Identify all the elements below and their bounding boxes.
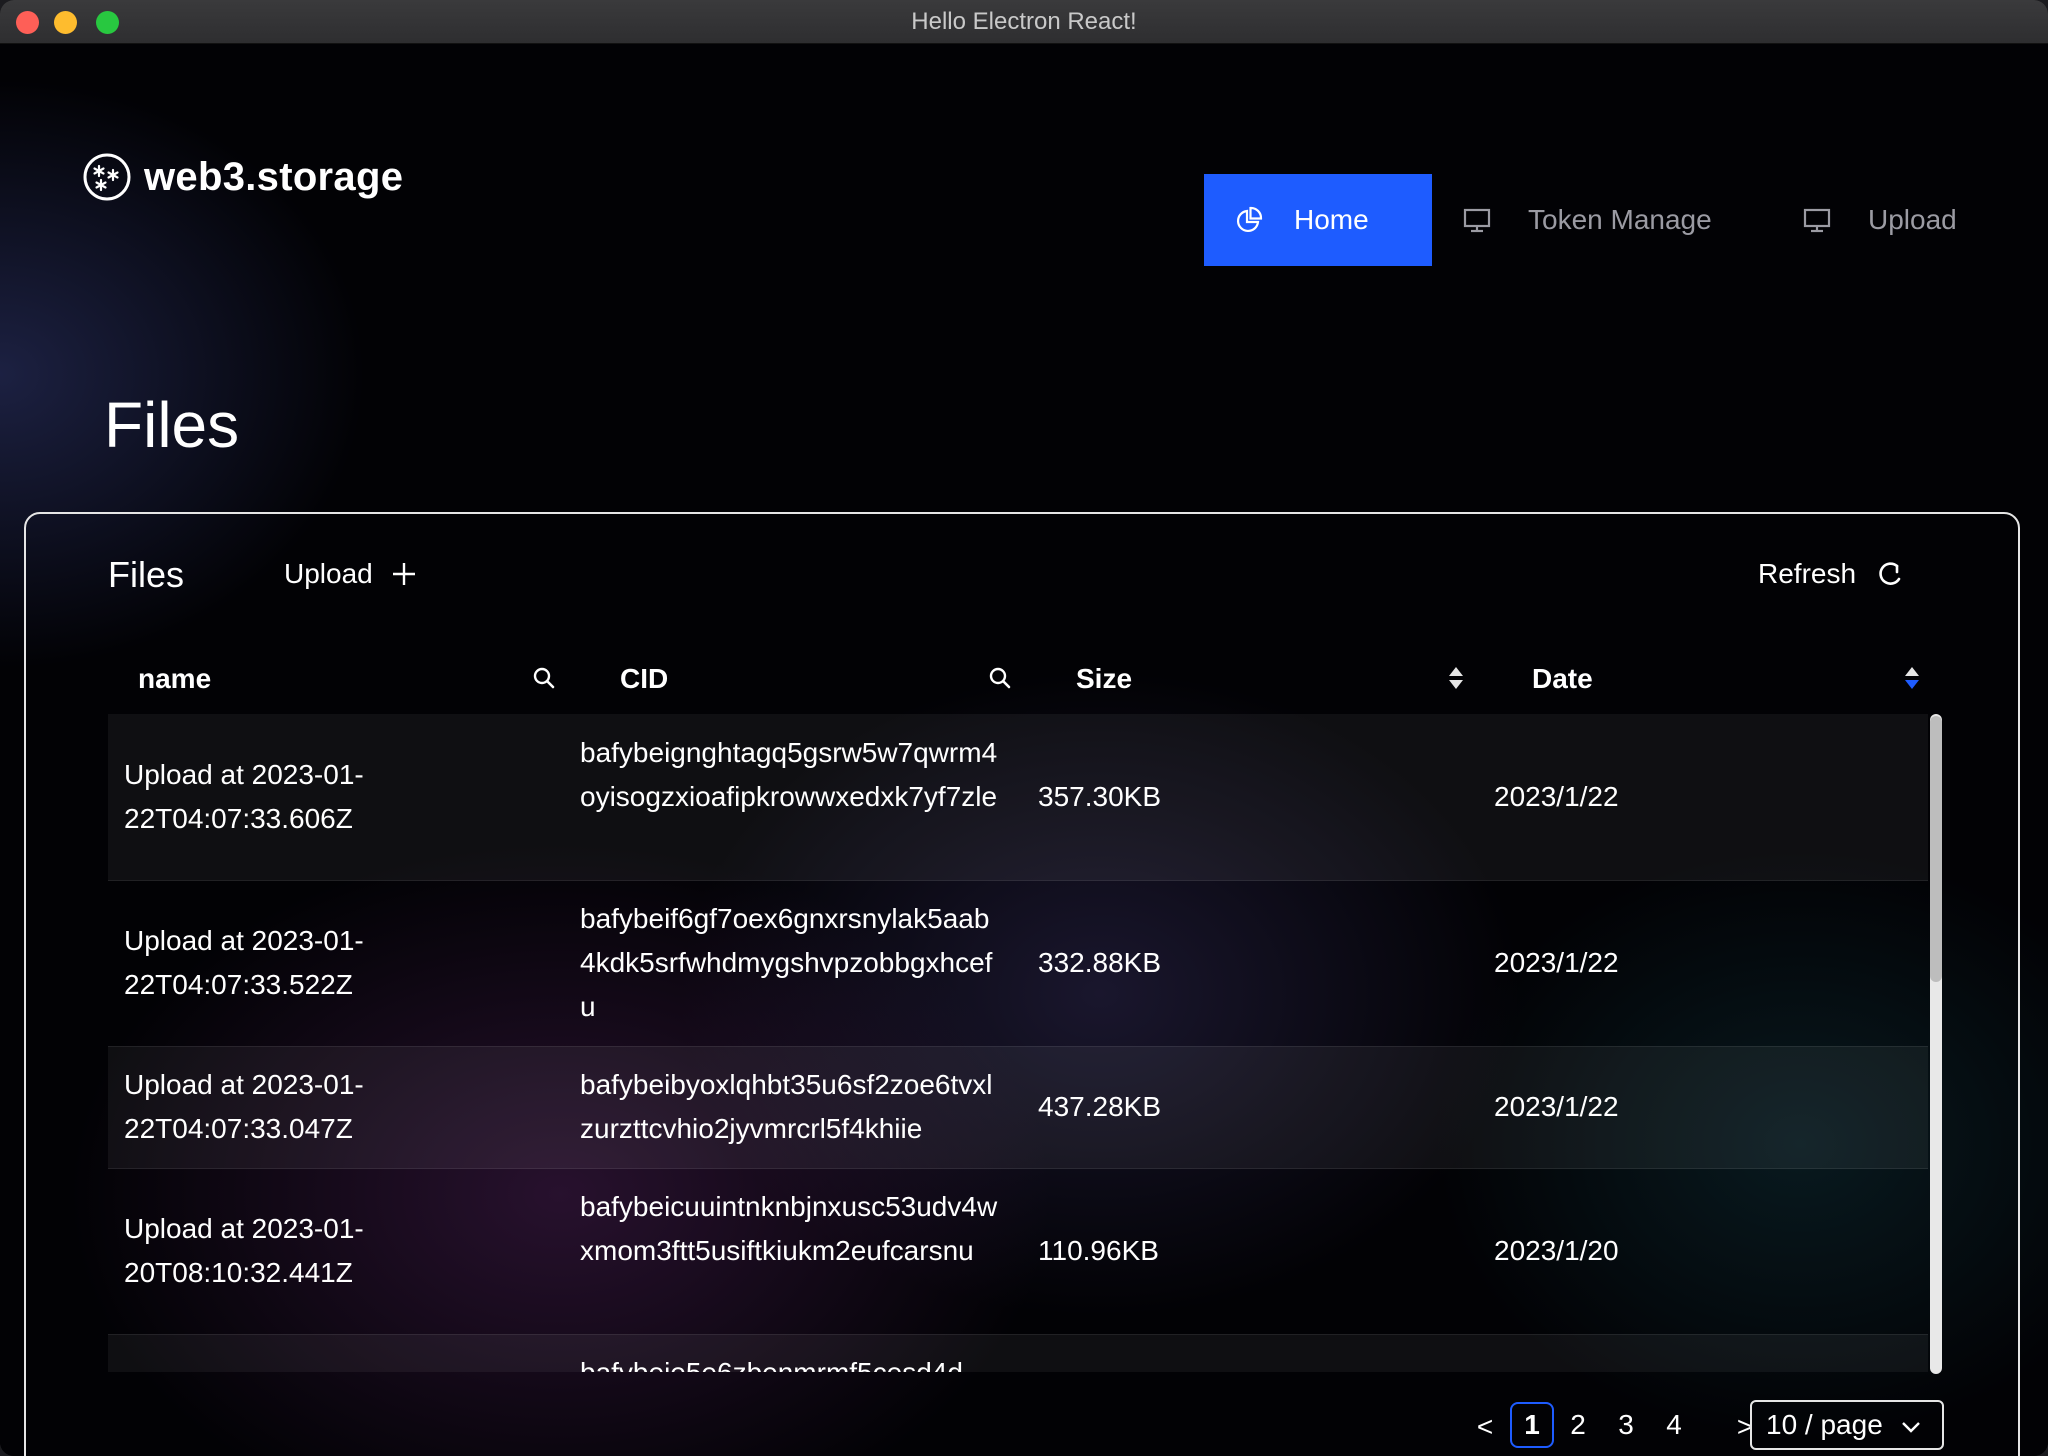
- refresh-button-label: Refresh: [1758, 558, 1857, 589]
- table-scrollbar[interactable]: [1930, 714, 1942, 1374]
- pie-chart-icon: [1236, 206, 1263, 233]
- nav-item-upload[interactable]: Upload: [1802, 174, 1957, 266]
- cell-size: 357.30KB: [1038, 781, 1161, 812]
- refresh-button[interactable]: Refresh: [1758, 558, 1904, 590]
- column-header-size[interactable]: Size: [1076, 644, 1132, 714]
- cell-date: 2023/1/22: [1494, 947, 1619, 978]
- app-window: Hello Electron React! web3.storage Home: [0, 0, 2048, 1456]
- desktop-icon: [1463, 208, 1491, 233]
- cell-name: Upload at 2023-01-22T04:07:33.606Z: [124, 759, 364, 834]
- cell-name: Upload at 2023-01-22T04:07:33.522Z: [124, 925, 364, 1000]
- nav-item-home[interactable]: Home: [1204, 174, 1432, 266]
- chevron-down-icon: [1902, 1422, 1920, 1433]
- page-title: Files: [104, 389, 240, 461]
- cell-name: Upload at 2023-01-22T04:07:33.047Z: [124, 1069, 364, 1144]
- sort-descending-icon[interactable]: [1898, 664, 1926, 692]
- upload-button[interactable]: Upload: [284, 558, 417, 590]
- scrollbar-thumb[interactable]: [1930, 716, 1942, 982]
- column-header-date[interactable]: Date: [1532, 644, 1593, 714]
- table-row[interactable]: Upload at 2023-01-22T04:07:33.047Z bafyb…: [108, 1046, 1928, 1169]
- prev-page-button[interactable]: <: [1470, 1402, 1500, 1452]
- files-card: Files Upload Refresh name CID Size Date …: [24, 512, 2020, 1456]
- search-icon[interactable]: [530, 664, 558, 692]
- nav-item-label: Home: [1294, 204, 1369, 235]
- cell-cid: bafybeif6gf7oex6gnxrsnylak5aab4kdk5srfwh…: [580, 903, 993, 1022]
- web3-storage-logo-icon: [83, 153, 131, 201]
- refresh-icon: [1879, 562, 1901, 585]
- nav-item-label: Token Manage: [1528, 204, 1712, 235]
- cell-cid: bafybeignghtagq5gsrw5w7qwrm4oyisogzxioaf…: [580, 737, 998, 812]
- column-header-cid: CID: [620, 663, 669, 694]
- table-row[interactable]: Upload at 2023-01-20T08:10:32.441Z bafyb…: [108, 1168, 1928, 1335]
- sort-icon[interactable]: [1442, 664, 1470, 692]
- cell-cid: bafybeicuuintnknbjnxusc53udv4wxmom3ftt5u…: [580, 1191, 998, 1266]
- cell-date: 2023/1/22: [1494, 1091, 1619, 1122]
- cell-cid: bafybeie5e6zbenmrmf5cesd4d: [580, 1351, 1000, 1372]
- title-bar: Hello Electron React!: [0, 0, 2048, 44]
- table-body: Upload at 2023-01-22T04:07:33.606Z bafyb…: [108, 714, 1928, 1372]
- page-button-3[interactable]: 3: [1604, 1402, 1648, 1448]
- cell-date: 2023/1/20: [1494, 1235, 1619, 1266]
- page-size-value: 10 / page: [1766, 1409, 1883, 1440]
- cell-size: 332.88KB: [1038, 947, 1161, 978]
- page-button-2[interactable]: 2: [1556, 1402, 1600, 1448]
- app-content: web3.storage Home Token Manage Upload Fi…: [0, 44, 2048, 1456]
- page-button-1[interactable]: 1: [1510, 1402, 1554, 1448]
- desktop-icon: [1803, 208, 1831, 233]
- plus-icon: [392, 563, 415, 585]
- card-title: Files: [108, 554, 185, 595]
- table-row[interactable]: bafybeie5e6zbenmrmf5cesd4d: [108, 1334, 1928, 1372]
- page-size-select[interactable]: 10 / page: [1750, 1400, 1944, 1450]
- cell-name: Upload at 2023-01-20T08:10:32.441Z: [124, 1213, 364, 1288]
- table-row[interactable]: Upload at 2023-01-22T04:07:33.522Z bafyb…: [108, 880, 1928, 1047]
- nav-item-label: Upload: [1868, 204, 1957, 235]
- nav-item-token-manage[interactable]: Token Manage: [1462, 174, 1712, 266]
- cell-date: 2023/1/22: [1494, 781, 1619, 812]
- cell-size: 110.96KB: [1038, 1235, 1159, 1266]
- table-row[interactable]: Upload at 2023-01-22T04:07:33.606Z bafyb…: [108, 714, 1928, 881]
- brand-logo[interactable]: web3.storage: [82, 152, 403, 202]
- cell-cid: bafybeibyoxlqhbt35u6sf2zoe6tvxlzurzttcvh…: [580, 1069, 993, 1144]
- brand-name: web3.storage: [144, 154, 404, 199]
- cell-size: 437.28KB: [1038, 1091, 1161, 1122]
- column-header-name: name: [138, 663, 212, 694]
- window-title: Hello Electron React!: [911, 8, 1137, 35]
- search-icon[interactable]: [986, 664, 1014, 692]
- table-header: name CID Size Date: [108, 644, 1928, 714]
- page-button-4[interactable]: 4: [1652, 1402, 1696, 1448]
- upload-button-label: Upload: [284, 558, 373, 589]
